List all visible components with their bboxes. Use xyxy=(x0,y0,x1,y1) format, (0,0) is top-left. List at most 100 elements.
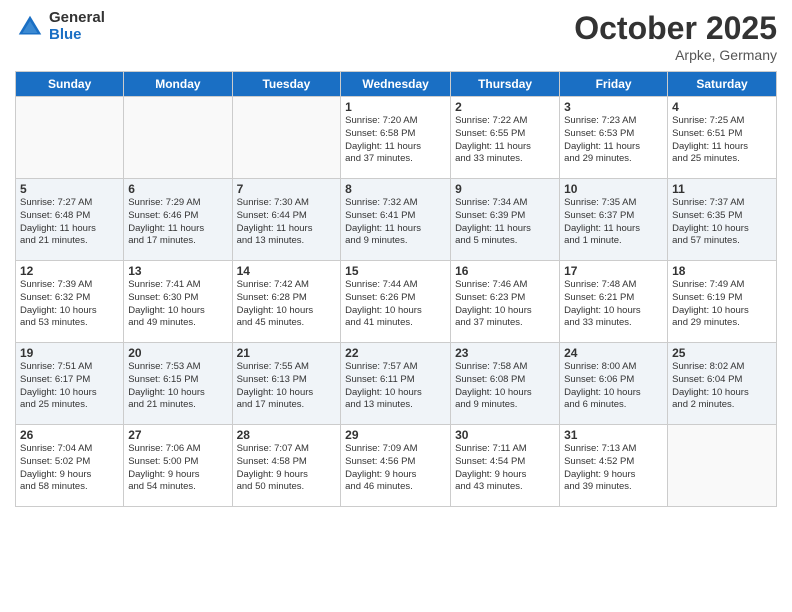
day-number: 13 xyxy=(128,264,227,278)
day-cell-31: 31Sunrise: 7:13 AM Sunset: 4:52 PM Dayli… xyxy=(560,425,668,507)
header: General Blue October 2025 Arpke, Germany xyxy=(15,10,777,63)
day-cell-20: 20Sunrise: 7:53 AM Sunset: 6:15 PM Dayli… xyxy=(124,343,232,425)
day-info: Sunrise: 7:22 AM Sunset: 6:55 PM Dayligh… xyxy=(455,115,555,166)
day-number: 14 xyxy=(237,264,337,278)
day-info: Sunrise: 7:55 AM Sunset: 6:13 PM Dayligh… xyxy=(237,361,337,412)
day-cell-25: 25Sunrise: 8:02 AM Sunset: 6:04 PM Dayli… xyxy=(668,343,777,425)
day-info: Sunrise: 7:32 AM Sunset: 6:41 PM Dayligh… xyxy=(345,197,446,248)
title-area: October 2025 Arpke, Germany xyxy=(574,10,777,63)
day-info: Sunrise: 7:04 AM Sunset: 5:02 PM Dayligh… xyxy=(20,443,119,494)
empty-cell xyxy=(232,97,341,179)
day-header-wednesday: Wednesday xyxy=(341,72,451,97)
day-number: 6 xyxy=(128,182,227,196)
day-cell-30: 30Sunrise: 7:11 AM Sunset: 4:54 PM Dayli… xyxy=(451,425,560,507)
day-cell-16: 16Sunrise: 7:46 AM Sunset: 6:23 PM Dayli… xyxy=(451,261,560,343)
day-number: 18 xyxy=(672,264,772,278)
day-cell-18: 18Sunrise: 7:49 AM Sunset: 6:19 PM Dayli… xyxy=(668,261,777,343)
day-info: Sunrise: 7:42 AM Sunset: 6:28 PM Dayligh… xyxy=(237,279,337,330)
day-cell-19: 19Sunrise: 7:51 AM Sunset: 6:17 PM Dayli… xyxy=(16,343,124,425)
day-number: 7 xyxy=(237,182,337,196)
calendar-table: SundayMondayTuesdayWednesdayThursdayFrid… xyxy=(15,71,777,507)
day-cell-13: 13Sunrise: 7:41 AM Sunset: 6:30 PM Dayli… xyxy=(124,261,232,343)
day-cell-24: 24Sunrise: 8:00 AM Sunset: 6:06 PM Dayli… xyxy=(560,343,668,425)
day-number: 23 xyxy=(455,346,555,360)
day-number: 21 xyxy=(237,346,337,360)
day-cell-28: 28Sunrise: 7:07 AM Sunset: 4:58 PM Dayli… xyxy=(232,425,341,507)
day-cell-11: 11Sunrise: 7:37 AM Sunset: 6:35 PM Dayli… xyxy=(668,179,777,261)
day-number: 3 xyxy=(564,100,663,114)
day-header-sunday: Sunday xyxy=(16,72,124,97)
day-number: 31 xyxy=(564,428,663,442)
day-cell-7: 7Sunrise: 7:30 AM Sunset: 6:44 PM Daylig… xyxy=(232,179,341,261)
day-cell-8: 8Sunrise: 7:32 AM Sunset: 6:41 PM Daylig… xyxy=(341,179,451,261)
day-info: Sunrise: 7:29 AM Sunset: 6:46 PM Dayligh… xyxy=(128,197,227,248)
day-number: 19 xyxy=(20,346,119,360)
week-row-5: 26Sunrise: 7:04 AM Sunset: 5:02 PM Dayli… xyxy=(16,425,777,507)
day-number: 4 xyxy=(672,100,772,114)
day-info: Sunrise: 8:00 AM Sunset: 6:06 PM Dayligh… xyxy=(564,361,663,412)
day-info: Sunrise: 7:58 AM Sunset: 6:08 PM Dayligh… xyxy=(455,361,555,412)
day-info: Sunrise: 7:39 AM Sunset: 6:32 PM Dayligh… xyxy=(20,279,119,330)
location: Arpke, Germany xyxy=(574,47,777,63)
empty-cell xyxy=(668,425,777,507)
logo: General Blue xyxy=(15,10,105,43)
empty-cell xyxy=(124,97,232,179)
day-info: Sunrise: 8:02 AM Sunset: 6:04 PM Dayligh… xyxy=(672,361,772,412)
day-header-tuesday: Tuesday xyxy=(232,72,341,97)
day-number: 24 xyxy=(564,346,663,360)
day-number: 2 xyxy=(455,100,555,114)
day-number: 22 xyxy=(345,346,446,360)
page-container: General Blue October 2025 Arpke, Germany… xyxy=(0,0,792,612)
day-number: 26 xyxy=(20,428,119,442)
day-number: 27 xyxy=(128,428,227,442)
empty-cell xyxy=(16,97,124,179)
day-header-monday: Monday xyxy=(124,72,232,97)
day-cell-27: 27Sunrise: 7:06 AM Sunset: 5:00 PM Dayli… xyxy=(124,425,232,507)
day-cell-4: 4Sunrise: 7:25 AM Sunset: 6:51 PM Daylig… xyxy=(668,97,777,179)
day-cell-15: 15Sunrise: 7:44 AM Sunset: 6:26 PM Dayli… xyxy=(341,261,451,343)
day-info: Sunrise: 7:13 AM Sunset: 4:52 PM Dayligh… xyxy=(564,443,663,494)
day-cell-21: 21Sunrise: 7:55 AM Sunset: 6:13 PM Dayli… xyxy=(232,343,341,425)
day-number: 17 xyxy=(564,264,663,278)
day-cell-5: 5Sunrise: 7:27 AM Sunset: 6:48 PM Daylig… xyxy=(16,179,124,261)
day-number: 20 xyxy=(128,346,227,360)
day-info: Sunrise: 7:07 AM Sunset: 4:58 PM Dayligh… xyxy=(237,443,337,494)
day-info: Sunrise: 7:06 AM Sunset: 5:00 PM Dayligh… xyxy=(128,443,227,494)
day-cell-1: 1Sunrise: 7:20 AM Sunset: 6:58 PM Daylig… xyxy=(341,97,451,179)
day-info: Sunrise: 7:41 AM Sunset: 6:30 PM Dayligh… xyxy=(128,279,227,330)
day-cell-14: 14Sunrise: 7:42 AM Sunset: 6:28 PM Dayli… xyxy=(232,261,341,343)
week-row-2: 5Sunrise: 7:27 AM Sunset: 6:48 PM Daylig… xyxy=(16,179,777,261)
day-number: 8 xyxy=(345,182,446,196)
day-number: 10 xyxy=(564,182,663,196)
day-header-saturday: Saturday xyxy=(668,72,777,97)
day-number: 30 xyxy=(455,428,555,442)
day-cell-3: 3Sunrise: 7:23 AM Sunset: 6:53 PM Daylig… xyxy=(560,97,668,179)
day-info: Sunrise: 7:35 AM Sunset: 6:37 PM Dayligh… xyxy=(564,197,663,248)
day-info: Sunrise: 7:44 AM Sunset: 6:26 PM Dayligh… xyxy=(345,279,446,330)
day-info: Sunrise: 7:49 AM Sunset: 6:19 PM Dayligh… xyxy=(672,279,772,330)
day-cell-2: 2Sunrise: 7:22 AM Sunset: 6:55 PM Daylig… xyxy=(451,97,560,179)
day-number: 15 xyxy=(345,264,446,278)
day-info: Sunrise: 7:27 AM Sunset: 6:48 PM Dayligh… xyxy=(20,197,119,248)
day-cell-10: 10Sunrise: 7:35 AM Sunset: 6:37 PM Dayli… xyxy=(560,179,668,261)
day-info: Sunrise: 7:20 AM Sunset: 6:58 PM Dayligh… xyxy=(345,115,446,166)
day-info: Sunrise: 7:30 AM Sunset: 6:44 PM Dayligh… xyxy=(237,197,337,248)
day-cell-9: 9Sunrise: 7:34 AM Sunset: 6:39 PM Daylig… xyxy=(451,179,560,261)
week-row-4: 19Sunrise: 7:51 AM Sunset: 6:17 PM Dayli… xyxy=(16,343,777,425)
day-cell-17: 17Sunrise: 7:48 AM Sunset: 6:21 PM Dayli… xyxy=(560,261,668,343)
day-info: Sunrise: 7:51 AM Sunset: 6:17 PM Dayligh… xyxy=(20,361,119,412)
week-row-3: 12Sunrise: 7:39 AM Sunset: 6:32 PM Dayli… xyxy=(16,261,777,343)
week-row-1: 1Sunrise: 7:20 AM Sunset: 6:58 PM Daylig… xyxy=(16,97,777,179)
logo-text: General Blue xyxy=(49,10,105,43)
day-info: Sunrise: 7:53 AM Sunset: 6:15 PM Dayligh… xyxy=(128,361,227,412)
day-number: 1 xyxy=(345,100,446,114)
logo-blue-text: Blue xyxy=(49,27,105,44)
day-info: Sunrise: 7:57 AM Sunset: 6:11 PM Dayligh… xyxy=(345,361,446,412)
day-number: 12 xyxy=(20,264,119,278)
day-number: 28 xyxy=(237,428,337,442)
day-info: Sunrise: 7:23 AM Sunset: 6:53 PM Dayligh… xyxy=(564,115,663,166)
day-info: Sunrise: 7:46 AM Sunset: 6:23 PM Dayligh… xyxy=(455,279,555,330)
day-number: 29 xyxy=(345,428,446,442)
logo-general-text: General xyxy=(49,10,105,27)
day-info: Sunrise: 7:11 AM Sunset: 4:54 PM Dayligh… xyxy=(455,443,555,494)
